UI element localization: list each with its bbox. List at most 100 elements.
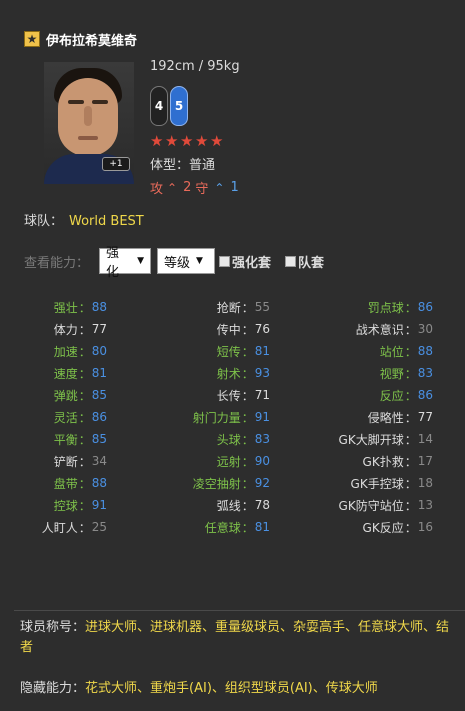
stat-label: 视野 [379,366,404,381]
enhance-level-badge: +1 [102,157,130,171]
level-select-value: 等级 [164,255,191,271]
level-select[interactable]: 等级 ▼ [157,248,216,274]
stat-label: GK手控球 [350,476,404,491]
stat-label: GK防守站位 [338,498,404,513]
stat-item: 罚点球： 86 [306,296,433,318]
stat-separator: ： [404,410,417,425]
stat-value: 83 [417,366,433,380]
stat-value: 71 [254,388,270,402]
stat-row: 控球： 91 弧线： 78 GK防守站位： 13 [16,494,446,516]
stat-row: 弹跳： 85 长传： 71 反应： 86 [16,384,446,406]
stat-separator: ： [404,476,417,491]
star-icon: ★ [165,132,179,150]
stat-value: 17 [417,454,433,468]
stat-label: 体力 [53,322,78,337]
enhance-set-checkbox[interactable] [219,255,231,267]
stat-item: 视野： 83 [306,362,433,384]
stat-value: 86 [417,300,433,314]
stat-value: 13 [417,498,433,512]
stat-label: 传中 [216,322,241,337]
stat-separator: ： [78,388,91,403]
stat-label: 弧线 [216,498,241,513]
stat-row: 加速： 80 短传： 81 站位： 88 [16,340,446,362]
stat-separator: ： [404,300,417,315]
stat-value: 78 [254,498,270,512]
stat-separator: ： [241,300,254,315]
stat-label: 抢断 [216,300,241,315]
right-foot-icon: 5 [170,86,188,126]
stat-label: 射门力量 [192,410,241,425]
team-info: 球队： World BEST [24,210,144,229]
chevron-up-icon: ⌃ [167,180,178,195]
team-label: 球队： [24,214,64,229]
stat-value: 34 [91,454,107,468]
stat-value: 88 [91,300,107,314]
stat-label: 凌空抽射 [192,476,241,491]
stat-label: 头球 [216,432,241,447]
stat-label: 控球 [53,498,78,513]
stat-separator: ： [404,520,417,535]
stat-item: 弹跳： 85 [16,384,107,406]
stat-label: 长传 [216,388,241,403]
stat-label: 短传 [216,344,241,359]
left-foot-value: 4 [154,99,164,113]
stat-value: 88 [91,476,107,490]
stat-label: GK反应 [362,520,404,535]
enhance-select[interactable]: 强化 ▼ [99,246,152,280]
stat-value: 55 [254,300,270,314]
stat-value: 88 [417,344,433,358]
stat-value: 14 [417,432,433,446]
stat-value: 81 [254,344,270,358]
stat-item: GK反应： 16 [306,516,433,538]
player-name: 伊布拉希莫维奇 [46,33,138,49]
foot-skill: 4 5 [150,86,188,126]
stat-value: 81 [254,520,270,534]
stat-label: 战术意识 [355,322,404,337]
stat-row: 平衡： 85 头球： 83 GK大脚开球： 14 [16,428,446,450]
stat-value: 91 [254,410,270,424]
stat-item: 速度： 81 [16,362,107,384]
stat-label: 罚点球 [367,300,404,315]
body-type-label: 体型： [150,158,190,173]
stat-separator: ： [241,322,254,337]
defense-label: 守 [195,182,209,197]
player-card: ★ 伊布拉希莫维奇 +1 192cm / 95kg 4 5 ★ ★ ★ ★ ★ … [0,0,465,711]
stat-item: 射术： 93 [166,362,270,384]
stat-value: 16 [417,520,433,534]
stat-value: 76 [254,322,270,336]
stat-row: 强壮： 88 抢断： 55 罚点球： 86 [16,296,446,318]
stat-value: 85 [91,432,107,446]
stat-value: 25 [91,520,107,534]
stat-separator: ： [78,454,91,469]
stat-separator: ： [78,498,91,513]
right-foot-value: 5 [174,99,184,113]
left-foot-icon: 4 [150,86,168,126]
attack-value: 2 [183,180,192,195]
player-header: ★ 伊布拉希莫维奇 [24,29,137,49]
stat-separator: ： [404,432,417,447]
stat-separator: ： [241,344,254,359]
stat-item: 平衡： 85 [16,428,107,450]
stat-item: 抢断： 55 [166,296,270,318]
stat-item: GK大脚开球： 14 [306,428,433,450]
ability-controls: 查看能力： 强化 ▼ 等级 ▼ 强化套 队套 [24,246,324,280]
view-ability-label: 查看能力： [24,255,90,271]
stat-separator: ： [241,410,254,425]
stat-separator: ： [78,366,91,381]
stat-separator: ： [78,300,91,315]
stat-item: 反应： 86 [306,384,433,406]
enhance-select-value: 强化 [106,246,120,280]
stat-value: 91 [91,498,107,512]
star-rating: ★ ★ ★ ★ ★ [150,134,225,149]
stat-label: 平衡 [53,432,78,447]
chevron-down-icon: ▼ [196,256,203,266]
stat-value: 77 [91,322,107,336]
stat-separator: ： [78,520,91,535]
stat-value: 86 [417,388,433,402]
attack-label: 攻 [150,182,164,197]
stat-item: 长传： 71 [166,384,270,406]
team-set-checkbox[interactable] [285,255,297,267]
stat-separator: ： [78,476,91,491]
stat-value: 81 [91,366,107,380]
star-icon: ★ [195,132,209,150]
